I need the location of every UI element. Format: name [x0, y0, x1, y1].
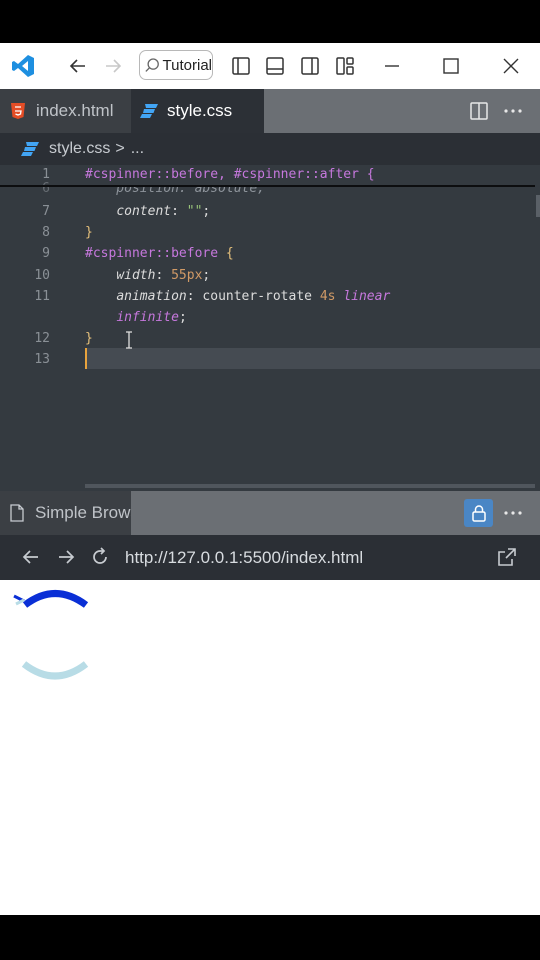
- code-line[interactable]: 13: [0, 349, 540, 370]
- maximize-icon[interactable]: [436, 51, 466, 81]
- title-bar: Tutorial: [0, 43, 540, 89]
- code-token: ;: [202, 267, 211, 283]
- line-number: 13: [34, 352, 50, 368]
- panel-header: Simple Browser: [0, 491, 540, 535]
- code-token: linear: [343, 288, 391, 304]
- spinner-arc-small-light: [15, 598, 25, 606]
- code-line[interactable]: 12}: [0, 328, 540, 349]
- browser-url-input[interactable]: http://127.0.0.1:5500/index.html: [125, 548, 363, 568]
- code-token: ;: [202, 204, 211, 219]
- toggle-primary-sidebar-icon[interactable]: [226, 51, 256, 81]
- browser-nav-bar: http://127.0.0.1:5500/index.html: [0, 535, 540, 580]
- vertical-scrollbar[interactable]: [536, 195, 540, 217]
- split-editor-icon[interactable]: [468, 100, 490, 127]
- code-token: :: [155, 267, 172, 283]
- line-number: 6: [42, 181, 50, 196]
- browser-back-icon[interactable]: [21, 547, 41, 572]
- code-text: animation: counter-rotate 4s linear: [85, 286, 390, 307]
- close-icon[interactable]: [496, 51, 526, 81]
- open-in-browser-icon[interactable]: [496, 546, 518, 573]
- code-line[interactable]: 7 content: "";: [0, 201, 540, 222]
- customize-layout-icon[interactable]: [330, 51, 360, 81]
- sticky-scroll-line[interactable]: 1 #cspinner::before, #cspinner::after {: [0, 165, 540, 185]
- code-line[interactable]: 10 width: 55px;: [0, 265, 540, 286]
- code-token: {: [225, 246, 234, 262]
- file-icon: [10, 504, 24, 522]
- html-file-icon: [11, 103, 25, 119]
- breadcrumb: style.css > ...: [0, 133, 540, 165]
- code-token: #cspinner::before: [85, 246, 226, 262]
- code-text: infinite;: [85, 307, 187, 328]
- code-token: ;: [178, 310, 187, 325]
- code-text: content: "";: [85, 201, 210, 222]
- code-token: : counter-rotate: [186, 288, 320, 304]
- tab-label: style.css: [167, 101, 233, 120]
- forward-arrow-icon[interactable]: [98, 51, 128, 81]
- line-number: 7: [42, 204, 50, 219]
- code-text: width: 55px;: [85, 265, 210, 286]
- browser-forward-icon[interactable]: [56, 547, 76, 572]
- line-number: 8: [42, 225, 50, 241]
- code-token: 55px: [171, 267, 203, 283]
- code-token: infinite: [116, 310, 179, 325]
- breadcrumb-file[interactable]: style.css: [49, 140, 110, 158]
- code-line[interactable]: 11 animation: counter-rotate 4s linear: [0, 286, 540, 307]
- code-text: }: [85, 328, 93, 349]
- tab-label: index.html: [36, 101, 114, 120]
- ibeam-cursor-icon: [126, 331, 132, 349]
- line-number: 11: [34, 288, 50, 304]
- code-token: }: [85, 225, 93, 241]
- code-token: width: [116, 267, 156, 283]
- css-file-icon: [21, 142, 39, 156]
- panel-tab-label: Simple Browser: [35, 503, 131, 522]
- sticky-overlap-number-line: 6: [0, 178, 50, 199]
- spinner-arc-bottom: [21, 661, 89, 680]
- sticky-code: #cspinner::before, #cspinner::after {: [85, 167, 375, 182]
- minimize-icon[interactable]: [377, 51, 407, 81]
- tab-style-css[interactable]: style.css: [131, 89, 264, 133]
- horizontal-scrollbar[interactable]: [85, 484, 535, 488]
- code-line[interactable]: 8}: [0, 222, 540, 243]
- tab-index-html[interactable]: index.html: [0, 89, 131, 133]
- browser-reload-icon[interactable]: [90, 547, 110, 572]
- toggle-panel-icon[interactable]: [260, 51, 290, 81]
- line-number: 12: [34, 331, 50, 347]
- browser-viewport[interactable]: [0, 580, 540, 915]
- spinner-arc-top: [22, 590, 89, 608]
- line-number: 10: [34, 267, 50, 283]
- code-line[interactable]: infinite;: [0, 307, 540, 328]
- search-text: Tutorial: [162, 56, 212, 74]
- sticky-scroll-shadow: [0, 185, 535, 187]
- css-file-icon: [140, 104, 158, 118]
- tab-simple-browser[interactable]: Simple Browser: [0, 491, 131, 535]
- code-token: animation: [116, 288, 187, 304]
- panel-more-actions-icon[interactable]: [502, 502, 524, 529]
- toggle-secondary-sidebar-icon[interactable]: [295, 51, 325, 81]
- code-token: :: [171, 204, 187, 219]
- breadcrumb-more[interactable]: ...: [131, 140, 144, 158]
- lock-button[interactable]: [464, 499, 493, 527]
- code-editor[interactable]: 7 content: ""; 8} 9 #cspinner::before {10 w…: [0, 165, 540, 491]
- search-icon: [145, 58, 159, 72]
- more-actions-icon[interactable]: [502, 100, 524, 127]
- code-text: #cspinner::before {: [85, 243, 234, 264]
- lock-icon: [471, 505, 486, 522]
- code-text: }: [85, 222, 93, 243]
- line-number: 9: [42, 246, 50, 262]
- code-token: content: [116, 204, 172, 219]
- command-center-search[interactable]: Tutorial: [139, 50, 213, 80]
- spinner-preview: [13, 590, 89, 680]
- breadcrumb-separator: >: [115, 140, 125, 157]
- code-token: }: [85, 331, 93, 347]
- back-arrow-icon[interactable]: [63, 51, 93, 81]
- editor-tab-bar: index.html style.css: [0, 89, 540, 133]
- code-line[interactable]: 9 #cspinner::before {: [0, 243, 540, 264]
- code-token: 4s: [319, 288, 336, 304]
- code-token: "": [186, 204, 203, 219]
- vscode-logo-icon: [8, 51, 38, 81]
